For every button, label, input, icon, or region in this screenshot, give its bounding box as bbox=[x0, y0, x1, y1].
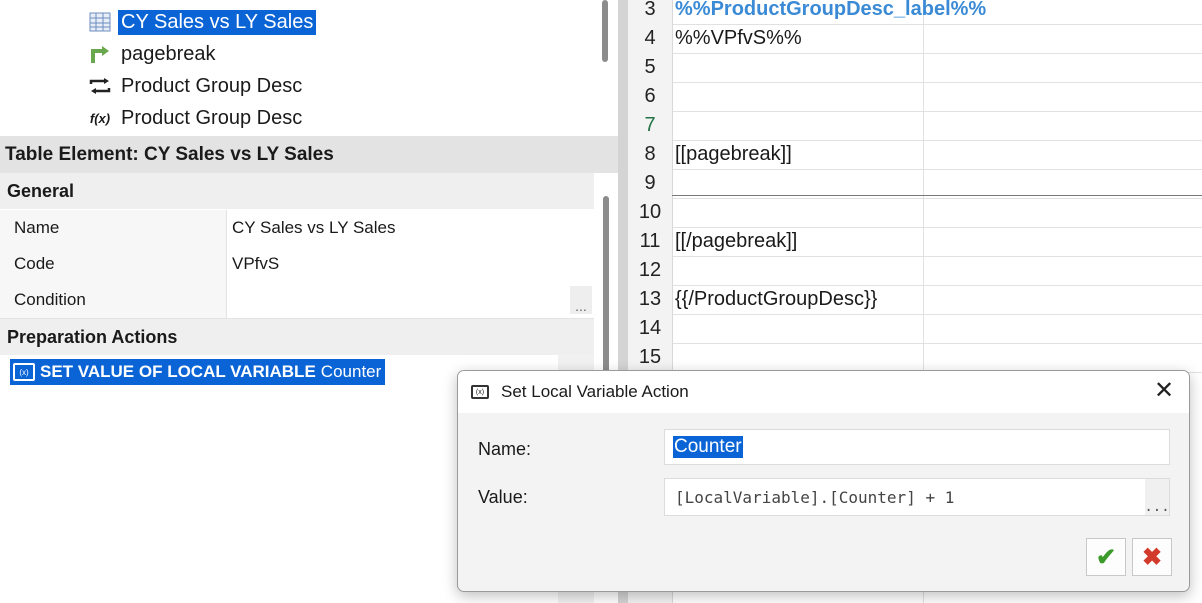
property-value[interactable]: VPfvS bbox=[227, 246, 594, 282]
tree-item-label: CY Sales vs LY Sales bbox=[118, 9, 317, 35]
tree-item-product-group-function[interactable]: f(x) Product Group Desc bbox=[88, 103, 305, 133]
cell-text[interactable]: [[/pagebreak]] bbox=[675, 227, 797, 256]
cancel-button[interactable]: ✖ bbox=[1132, 538, 1172, 576]
set-local-variable-dialog: (x) Set Local Variable Action ✕ Name: Co… bbox=[457, 370, 1190, 592]
row-number: 11 bbox=[628, 227, 673, 256]
property-key: Name bbox=[0, 210, 227, 246]
sheet-row[interactable]: 14 bbox=[628, 314, 1202, 344]
sheet-row[interactable]: 15 bbox=[628, 343, 1202, 373]
value-field[interactable]: [LocalVariable].[Counter] + 1 ... bbox=[664, 478, 1170, 516]
value-label: Value: bbox=[478, 487, 528, 507]
row-number: 10 bbox=[628, 198, 673, 227]
row-number: 3 bbox=[628, 0, 673, 24]
property-key: Condition bbox=[0, 282, 227, 318]
row-number: 14 bbox=[628, 314, 673, 343]
sheet-row[interactable]: 3 %%ProductGroupDesc_label%% bbox=[628, 0, 1202, 25]
dialog-title-bar[interactable]: (x) Set Local Variable Action ✕ bbox=[458, 371, 1189, 413]
row-number: 8 bbox=[628, 140, 673, 169]
name-label: Name: bbox=[478, 439, 532, 459]
property-value[interactable]: ... bbox=[227, 282, 594, 318]
sheet-row[interactable]: 13 {{/ProductGroupDesc}} bbox=[628, 285, 1202, 315]
cell-text[interactable]: {{/ProductGroupDesc}} bbox=[675, 285, 877, 314]
dialog-title: Set Local Variable Action bbox=[501, 382, 689, 401]
property-value[interactable]: CY Sales vs LY Sales bbox=[227, 210, 594, 246]
name-field[interactable]: Counter bbox=[664, 429, 1170, 465]
tree-item-pagebreak[interactable]: pagebreak bbox=[88, 39, 219, 69]
name-value: Counter bbox=[673, 436, 743, 458]
tree-item-label: Product Group Desc bbox=[121, 106, 303, 129]
action-target: Counter bbox=[320, 362, 382, 381]
variable-icon: (x) bbox=[471, 385, 489, 399]
action-kind: SET VALUE OF LOCAL VARIABLE bbox=[40, 362, 316, 381]
row-number: 12 bbox=[628, 256, 673, 285]
tree-item-table[interactable]: CY Sales vs LY Sales bbox=[88, 7, 317, 37]
row-number: 6 bbox=[628, 82, 673, 111]
action-item-set-local-variable[interactable]: (x) SET VALUE OF LOCAL VARIABLE Counter bbox=[10, 359, 386, 385]
cell-text[interactable]: %%ProductGroupDesc_label%% bbox=[675, 0, 986, 24]
loop-icon bbox=[88, 74, 112, 98]
tree-item-label: pagebreak bbox=[121, 42, 216, 65]
row-number: 4 bbox=[628, 24, 673, 53]
row-number: 15 bbox=[628, 343, 673, 372]
properties-title: Table Element: CY Sales vs LY Sales bbox=[0, 136, 618, 173]
variable-icon: (x) bbox=[13, 363, 35, 381]
value-ellipsis-button[interactable]: ... bbox=[1144, 479, 1170, 515]
property-key: Code bbox=[0, 246, 227, 282]
sheet-row-active[interactable]: 7 bbox=[628, 111, 1202, 141]
page-break-line bbox=[672, 195, 1202, 196]
sheet-row[interactable]: 5 bbox=[628, 53, 1202, 83]
close-icon[interactable]: ✕ bbox=[1153, 379, 1175, 403]
general-group-header[interactable]: General bbox=[0, 173, 594, 209]
property-row-condition[interactable]: Condition ... bbox=[0, 282, 594, 319]
sheet-row[interactable]: 10 bbox=[628, 198, 1202, 228]
pagebreak-icon bbox=[88, 42, 112, 66]
ok-button[interactable]: ✔ bbox=[1086, 538, 1126, 576]
condition-ellipsis-button[interactable]: ... bbox=[570, 286, 592, 314]
value-text: [LocalVariable].[Counter] + 1 bbox=[675, 487, 955, 507]
sheet-row[interactable]: 12 bbox=[628, 256, 1202, 286]
sheet-row[interactable]: 8 [[pagebreak]] bbox=[628, 140, 1202, 170]
row-number: 13 bbox=[628, 285, 673, 314]
tree-item-label: Product Group Desc bbox=[121, 74, 303, 97]
cell-text[interactable]: %%VPfvS%% bbox=[675, 24, 802, 53]
sheet-row[interactable]: 6 bbox=[628, 82, 1202, 112]
row-number: 5 bbox=[628, 53, 673, 82]
preparation-actions-header[interactable]: Preparation Actions bbox=[0, 319, 594, 355]
tree-item-product-group-loop[interactable]: Product Group Desc bbox=[88, 71, 305, 101]
tree-scrollbar[interactable] bbox=[602, 0, 608, 62]
row-number: 7 bbox=[628, 111, 673, 140]
function-icon: f(x) bbox=[89, 110, 111, 126]
sheet-row[interactable]: 11 [[/pagebreak]] bbox=[628, 227, 1202, 257]
property-row-name[interactable]: Name CY Sales vs LY Sales bbox=[0, 210, 594, 247]
sheet-row[interactable]: 4 %%VPfvS%% bbox=[628, 24, 1202, 54]
property-row-code[interactable]: Code VPfvS bbox=[0, 246, 594, 283]
table-icon bbox=[88, 10, 112, 34]
cell-text[interactable]: [[pagebreak]] bbox=[675, 140, 792, 169]
row-number: 9 bbox=[628, 169, 673, 198]
